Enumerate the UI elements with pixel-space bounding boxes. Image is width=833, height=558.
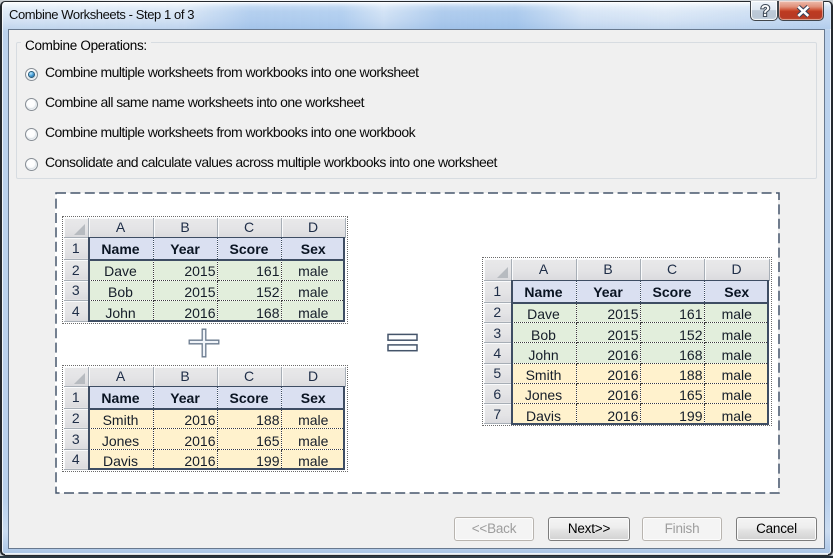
svg-text:?: ?: [761, 3, 770, 19]
